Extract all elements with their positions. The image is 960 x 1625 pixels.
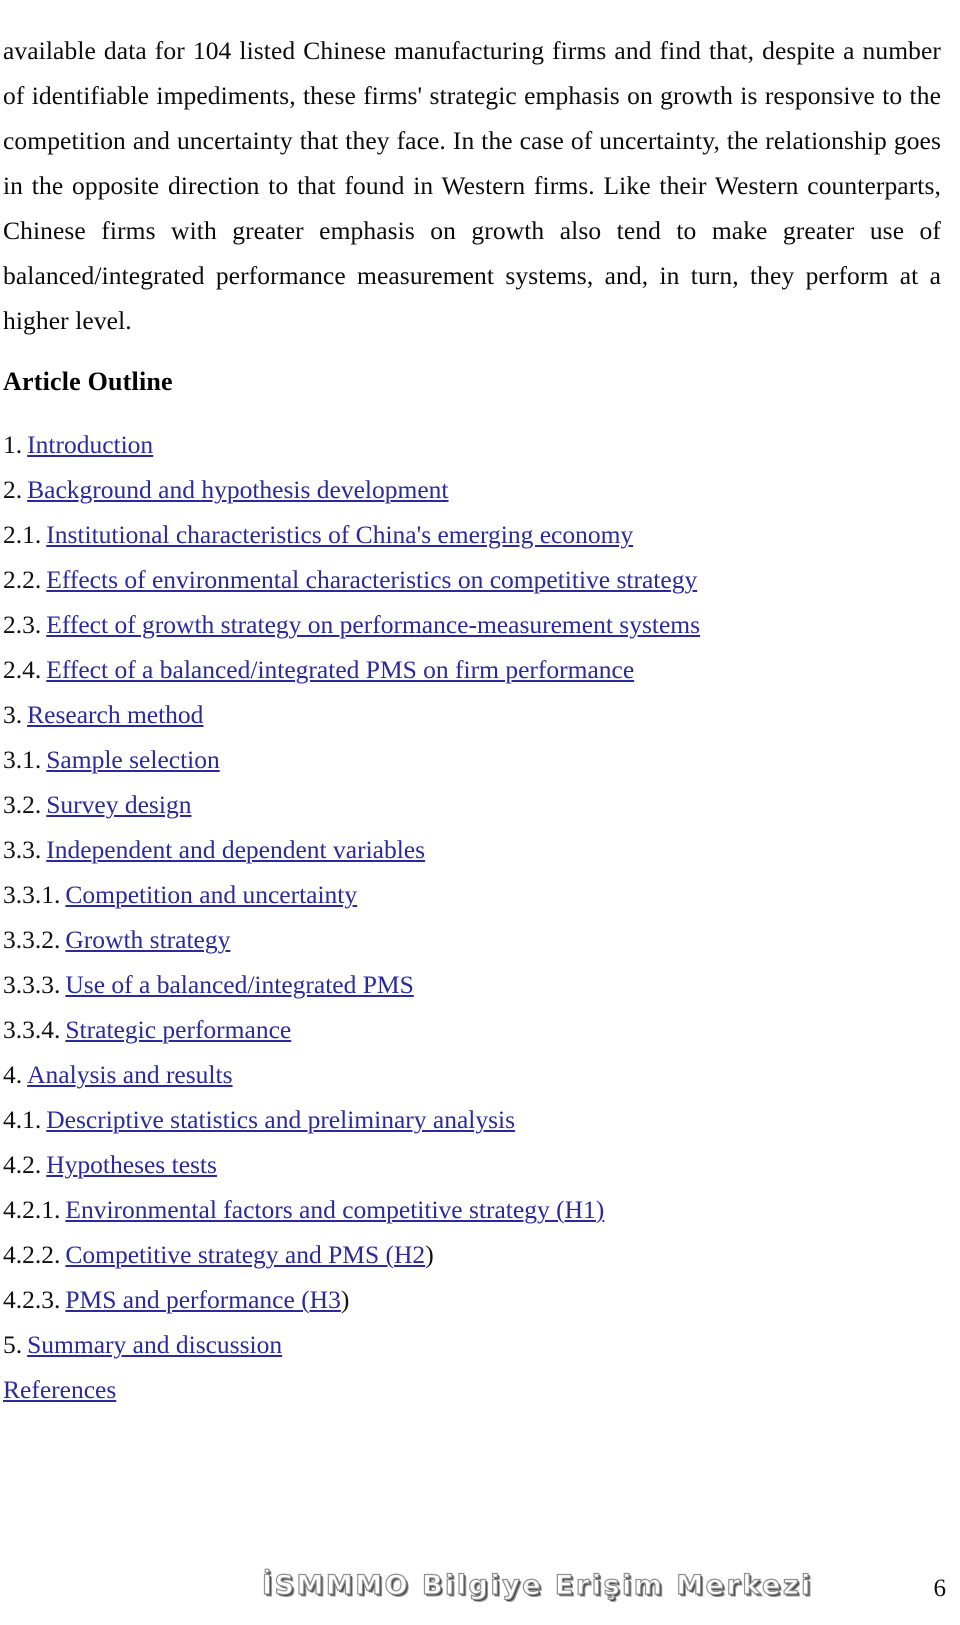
outline-item-link[interactable]: Effects of environmental characteristics… [46, 565, 697, 594]
abstract-paragraph: available data for 104 listed Chinese ma… [3, 35, 941, 335]
outline-item: 1. Introduction [3, 422, 943, 467]
outline-item-link[interactable]: Hypotheses tests [46, 1150, 217, 1179]
outline-item-number: 2. [3, 475, 23, 504]
outline-item-link[interactable]: Research method [27, 700, 203, 729]
outline-item-link[interactable]: Introduction [27, 430, 153, 459]
outline-item: 2.1. Institutional characteristics of Chi… [3, 512, 943, 557]
outline-item-link[interactable]: Institutional characteristics of China's… [46, 520, 633, 549]
outline-item-number: 3.3.1. [3, 880, 61, 909]
outline-item-link[interactable]: Analysis and results [27, 1060, 232, 1089]
outline-item: 3.3.3. Use of a balanced/integrated PMS [3, 962, 943, 1007]
outline-item-number: 3.3.3. [3, 970, 61, 999]
page-number: 6 [933, 1575, 947, 1602]
outline-item-number: 4. [3, 1060, 23, 1089]
outline-item-number: 3.1. [3, 745, 42, 774]
outline-item-link[interactable]: Effect of growth strategy on performance… [46, 610, 700, 639]
outline-item: 3.3.1. Competition and uncertainty [3, 872, 943, 917]
outline-item-number: 4.2.2. [3, 1240, 61, 1269]
outline-item-link[interactable]: Survey design [46, 790, 191, 819]
library-watermark: İSMMMO Bilgiye Erişim Merkezi [261, 1569, 813, 1601]
outline-item-number: 4.1. [3, 1105, 42, 1134]
document-page: available data for 104 listed Chinese ma… [0, 0, 960, 1625]
outline-item-suffix: ) [340, 1285, 350, 1314]
outline-item-link[interactable]: Growth strategy [65, 925, 230, 954]
outline-item-number: 2.4. [3, 655, 42, 684]
outline-item: 4.2. Hypotheses tests [3, 1142, 943, 1187]
outline-item-link[interactable]: Competitive strategy and PMS (H2 [65, 1240, 425, 1269]
outline-item: 4.2.1. Environmental factors and competit… [3, 1187, 943, 1232]
outline-item-link[interactable]: Strategic performance [65, 1015, 291, 1044]
outline-item-suffix: ) [425, 1240, 434, 1269]
outline-item: 3.2. Survey design [3, 782, 943, 827]
outline-item-link[interactable]: Effect of a balanced/integrated PMS on f… [46, 655, 634, 684]
outline-item: 2. Background and hypothesis development [3, 467, 943, 512]
outline-item-number: 3.2. [3, 790, 42, 819]
outline-item: 3. Research method [3, 692, 943, 737]
outline-item: 2.3. Effect of growth strategy on perform… [3, 602, 943, 647]
outline-item-number: 4.2.1. [3, 1195, 61, 1224]
outline-item: 2.2. Effects of environmental characteris… [3, 557, 943, 602]
outline-item: 4. Analysis and results [3, 1052, 943, 1097]
outline-item-number: 5. [3, 1330, 23, 1359]
outline-item-number: 2.3. [3, 610, 42, 639]
outline-item: 3.3. Independent and dependent variables [3, 827, 943, 872]
article-outline-list: 1. Introduction 2. Background and hypothesi… [3, 422, 943, 1412]
outline-item: References [3, 1367, 943, 1412]
outline-item-link[interactable]: Independent and dependent variables [46, 835, 425, 864]
outline-item: 4.2.2. Competitive strategy and PMS (H2) [3, 1232, 943, 1277]
outline-item-link[interactable]: Summary and discussion [27, 1330, 282, 1359]
outline-item: 4.2.3. PMS and performance (H3) [3, 1277, 943, 1322]
outline-item-number: 3. [3, 700, 23, 729]
outline-item-number: 2.2. [3, 565, 42, 594]
outline-item-number: 2.1. [3, 520, 42, 549]
outline-item: 3.3.2. Growth strategy [3, 917, 943, 962]
outline-item: 3.3.4. Strategic performance [3, 1007, 943, 1052]
outline-item: 5. Summary and discussion [3, 1322, 943, 1367]
page-title: Article Outline [3, 366, 173, 396]
outline-item-link[interactable]: Competition and uncertainty [65, 880, 357, 909]
outline-item-link[interactable]: Use of a balanced/integrated PMS [65, 970, 413, 999]
outline-item-number: 1. [3, 430, 23, 459]
outline-item-number: 3.3.2. [3, 925, 61, 954]
outline-item-link[interactable]: Descriptive statistics and preliminary a… [46, 1105, 515, 1134]
outline-item: 2.4. Effect of a balanced/integrated PMS … [3, 647, 943, 692]
outline-item: 4.1. Descriptive statistics and prelimina… [3, 1097, 943, 1142]
outline-item-number: 4.2. [3, 1150, 42, 1179]
outline-item-link[interactable]: Sample selection [46, 745, 220, 774]
outline-item-number: 4.2.3. [3, 1285, 61, 1314]
outline-item-number: 3.3. [3, 835, 42, 864]
outline-item-link[interactable]: References [3, 1375, 116, 1404]
outline-item-number: 3.3.4. [3, 1015, 61, 1044]
outline-item-link[interactable]: Environmental factors and competitive st… [65, 1195, 604, 1224]
outline-item-link[interactable]: Background and hypothesis development [27, 475, 448, 504]
outline-item-link[interactable]: PMS and performance (H3 [65, 1285, 340, 1314]
outline-item: 3.1. Sample selection [3, 737, 943, 782]
